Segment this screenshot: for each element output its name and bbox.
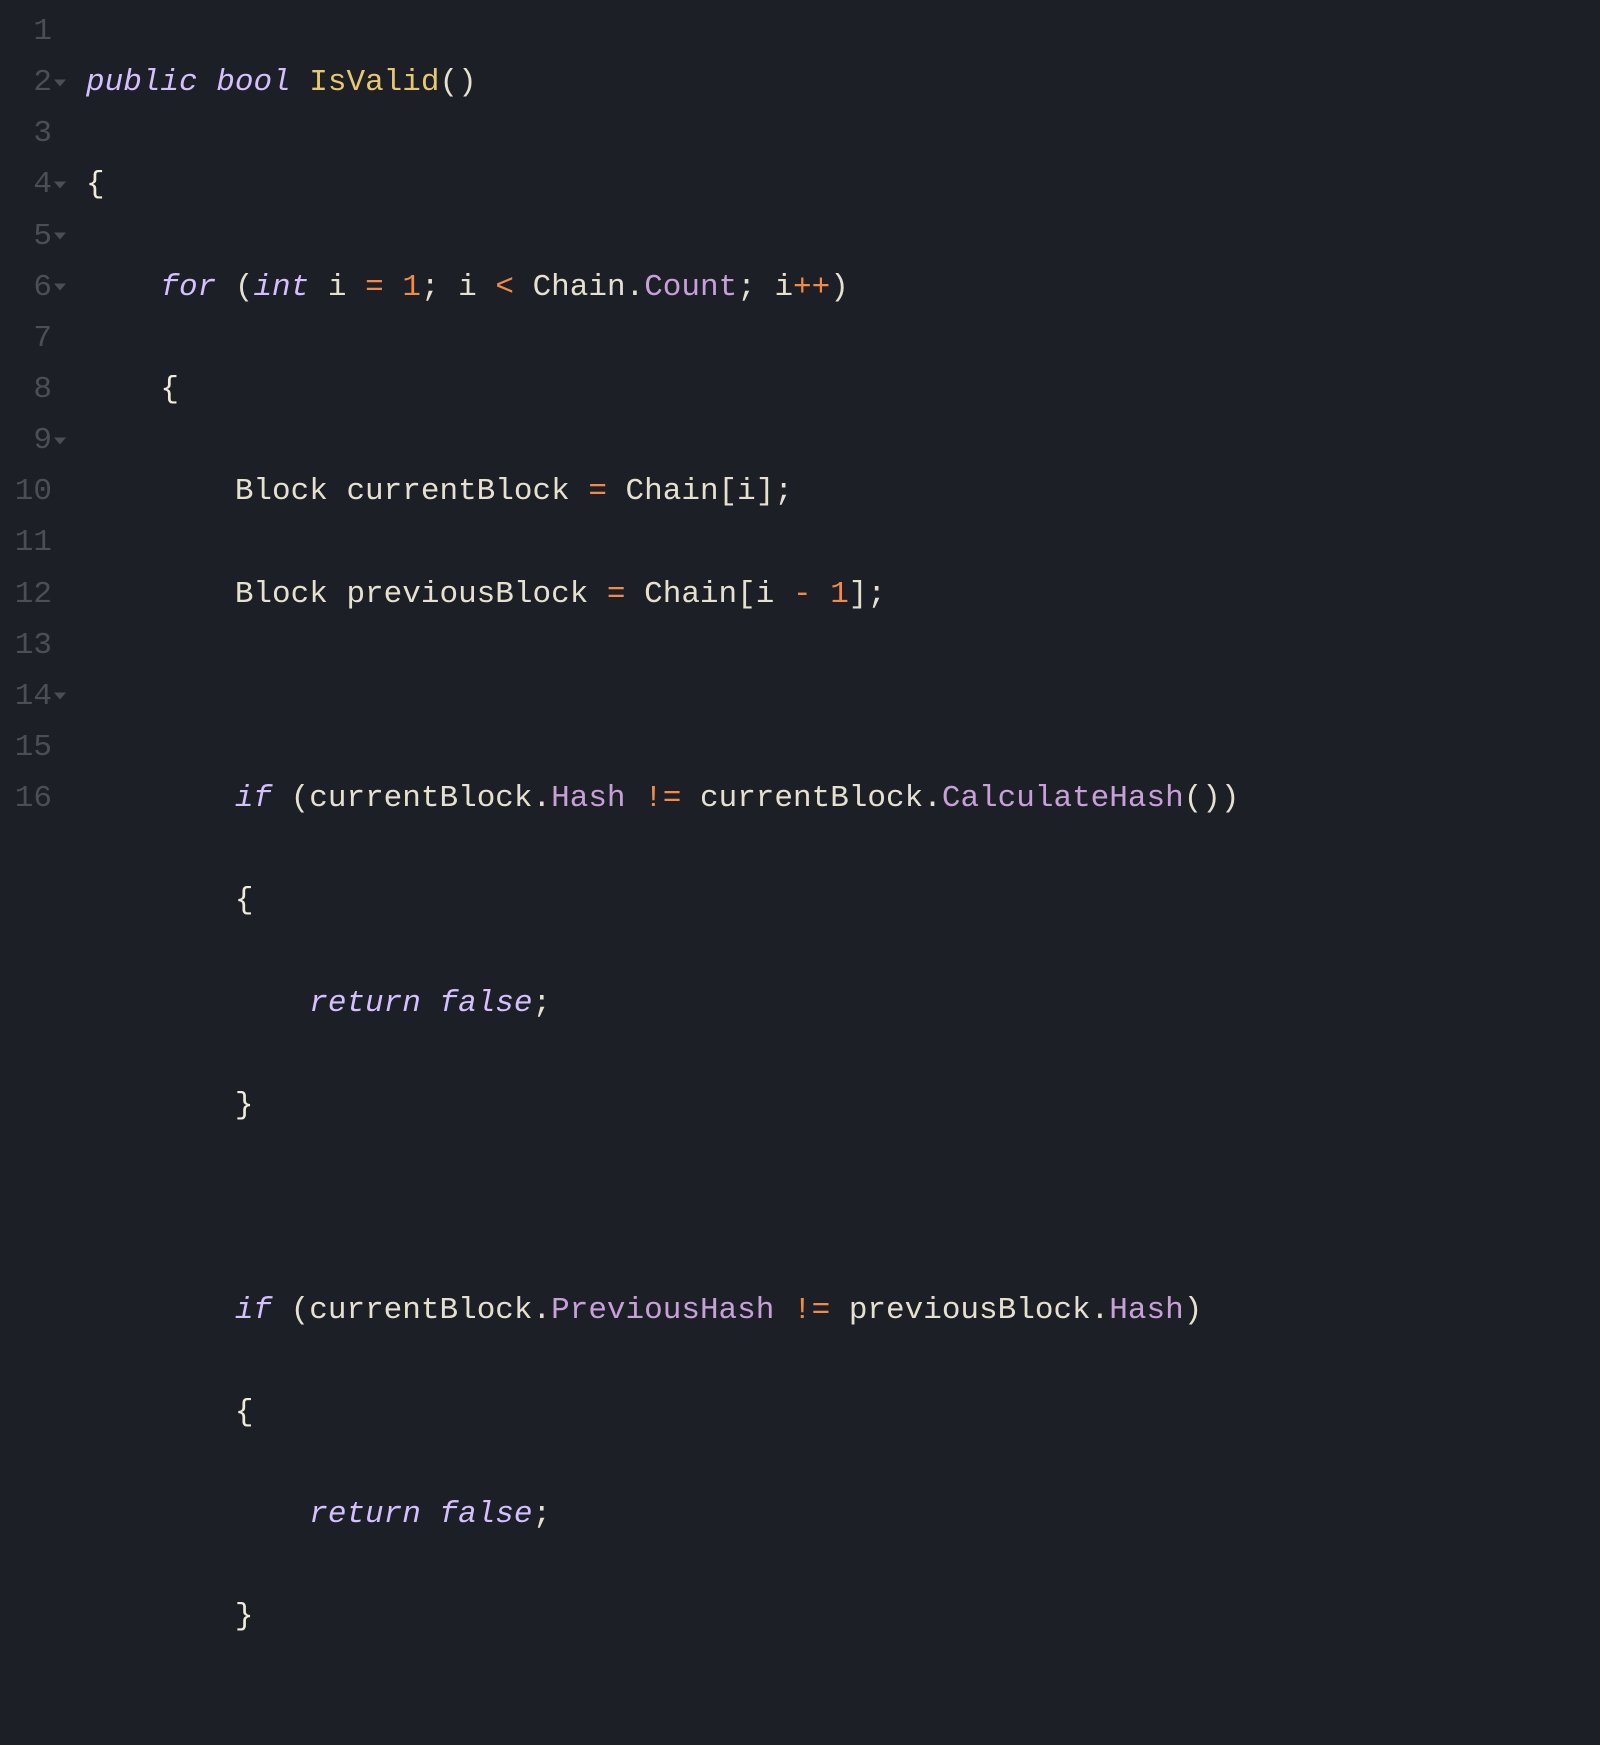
line-number: 9 [0,415,52,466]
fold-marker-icon[interactable] [54,437,66,444]
code-line: } [86,1080,1600,1131]
line-number: 14 [0,671,52,722]
line-number: 3 [0,108,52,159]
fold-marker-icon[interactable] [54,79,66,86]
code-line: { [86,1387,1600,1438]
line-number: 15 [0,722,52,773]
code-line: { [86,875,1600,926]
line-number: 10 [0,466,52,517]
code-line: Block previousBlock = Chain[i - 1]; [86,569,1600,620]
code-line: { [86,159,1600,210]
line-number: 11 [0,517,52,568]
code-line: public bool IsValid() [86,57,1600,108]
line-number: 5 [0,211,52,262]
line-number: 13 [0,620,52,671]
code-line: return false; [86,1489,1600,1540]
code-line: { [86,364,1600,415]
line-number: 4 [0,159,52,210]
fold-marker-icon[interactable] [54,284,66,291]
line-number: 1 [0,6,52,57]
code-editor[interactable]: 1 2 3 4 5 6 7 8 9 10 11 12 13 14 15 16 p… [0,0,1600,1745]
code-content[interactable]: public bool IsValid() { for (int i = 1; … [64,6,1600,1745]
line-number: 2 [0,57,52,108]
code-line: return false; [86,978,1600,1029]
line-number: 7 [0,313,52,364]
line-number: 8 [0,364,52,415]
line-number: 6 [0,262,52,313]
line-number: 16 [0,773,52,824]
fold-marker-icon[interactable] [54,233,66,240]
code-line: if (currentBlock.Hash != currentBlock.Ca… [86,773,1600,824]
code-line: for (int i = 1; i < Chain.Count; i++) [86,262,1600,313]
line-number-gutter: 1 2 3 4 5 6 7 8 9 10 11 12 13 14 15 16 [0,6,64,1745]
line-number: 12 [0,569,52,620]
code-line [86,1182,1600,1233]
fold-marker-icon[interactable] [54,181,66,188]
code-line: Block currentBlock = Chain[i]; [86,466,1600,517]
code-line: if (currentBlock.PreviousHash != previou… [86,1285,1600,1336]
fold-marker-icon[interactable] [54,693,66,700]
code-line: } [86,1591,1600,1642]
code-line [86,671,1600,722]
